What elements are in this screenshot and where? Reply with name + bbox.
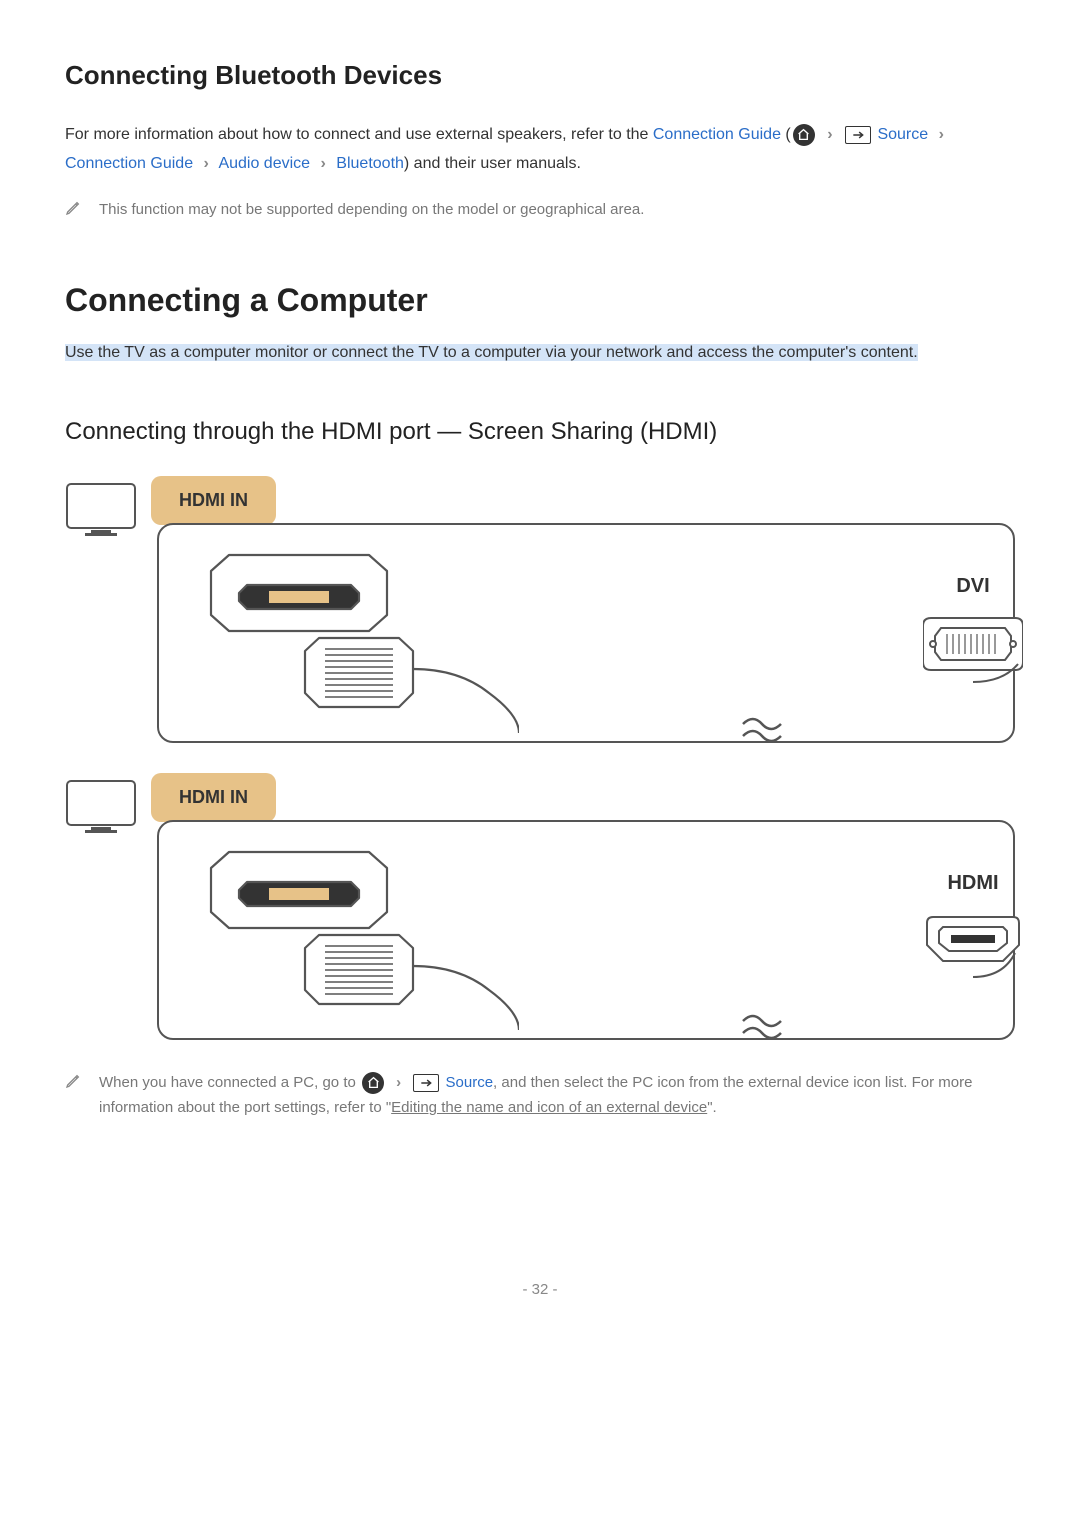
cable-wave-icon (741, 1013, 783, 1043)
paragraph-bluetooth-intro: For more information about how to connec… (65, 121, 1015, 179)
cable-wave-icon (741, 716, 783, 746)
diagram-area: HDMI IN (65, 476, 1015, 1040)
chevron-right-icon: › (321, 150, 326, 179)
dvi-connector: DVI (923, 575, 1023, 689)
chevron-right-icon: › (204, 150, 209, 179)
chevron-right-icon: › (827, 121, 832, 150)
link-source[interactable]: Source (877, 126, 928, 143)
link-source[interactable]: Source (446, 1074, 494, 1091)
link-connection-guide-2[interactable]: Connection Guide (65, 155, 193, 172)
text: For more information about how to connec… (65, 126, 653, 143)
heading-bluetooth: Connecting Bluetooth Devices (65, 60, 1015, 91)
text-paren-open: ( (785, 126, 790, 143)
xref-editing-name[interactable]: Editing the name and icon of an external… (391, 1099, 707, 1116)
highlighted-text: Use the TV as a computer monitor or conn… (65, 344, 918, 361)
tv-icon (65, 482, 137, 538)
note-text: When you have connected a PC, go to › So… (99, 1070, 1015, 1121)
link-connection-guide[interactable]: Connection Guide (653, 126, 781, 143)
hdmi-in-label: HDMI IN (151, 773, 276, 822)
hdmi-plug-illustration (199, 840, 519, 1030)
text: ". (707, 1099, 717, 1116)
chevron-right-icon: › (396, 1070, 401, 1096)
hdmi-port-icon (923, 901, 1023, 981)
link-audio-device[interactable]: Audio device (218, 155, 310, 172)
home-icon (362, 1072, 384, 1094)
paragraph-computer-intro: Use the TV as a computer monitor or conn… (65, 339, 1015, 368)
port-box-dvi: DVI (157, 523, 1015, 743)
hdmi-label: HDMI (923, 872, 1023, 895)
pencil-icon (65, 1073, 81, 1089)
text: ) and their user manuals. (404, 155, 581, 172)
chevron-right-icon: › (939, 121, 944, 150)
diagram-hdmi-hdmi: HDMI IN (65, 773, 1015, 1040)
note-text: This function may not be supported depen… (99, 197, 644, 223)
page-number: - 32 - (65, 1281, 1015, 1298)
note-bluetooth: This function may not be supported depen… (65, 197, 1015, 223)
hdmi-connector: HDMI (923, 872, 1023, 986)
dvi-port-icon (923, 604, 1023, 684)
diagram-hdmi-dvi: HDMI IN (65, 476, 1015, 743)
tv-icon (65, 779, 137, 835)
hdmi-plug-illustration (199, 543, 519, 733)
link-bluetooth[interactable]: Bluetooth (336, 155, 404, 172)
port-box-hdmi: HDMI (157, 820, 1015, 1040)
home-icon (793, 124, 815, 146)
heading-hdmi-sharing: Connecting through the HDMI port — Scree… (65, 418, 1015, 446)
source-icon (413, 1074, 439, 1092)
pencil-icon (65, 200, 81, 216)
heading-connecting-computer: Connecting a Computer (65, 282, 1015, 319)
hdmi-in-label: HDMI IN (151, 476, 276, 525)
source-icon (845, 126, 871, 144)
text: When you have connected a PC, go to (99, 1074, 360, 1091)
note-pc-source: When you have connected a PC, go to › So… (65, 1070, 1015, 1121)
dvi-label: DVI (923, 575, 1023, 598)
